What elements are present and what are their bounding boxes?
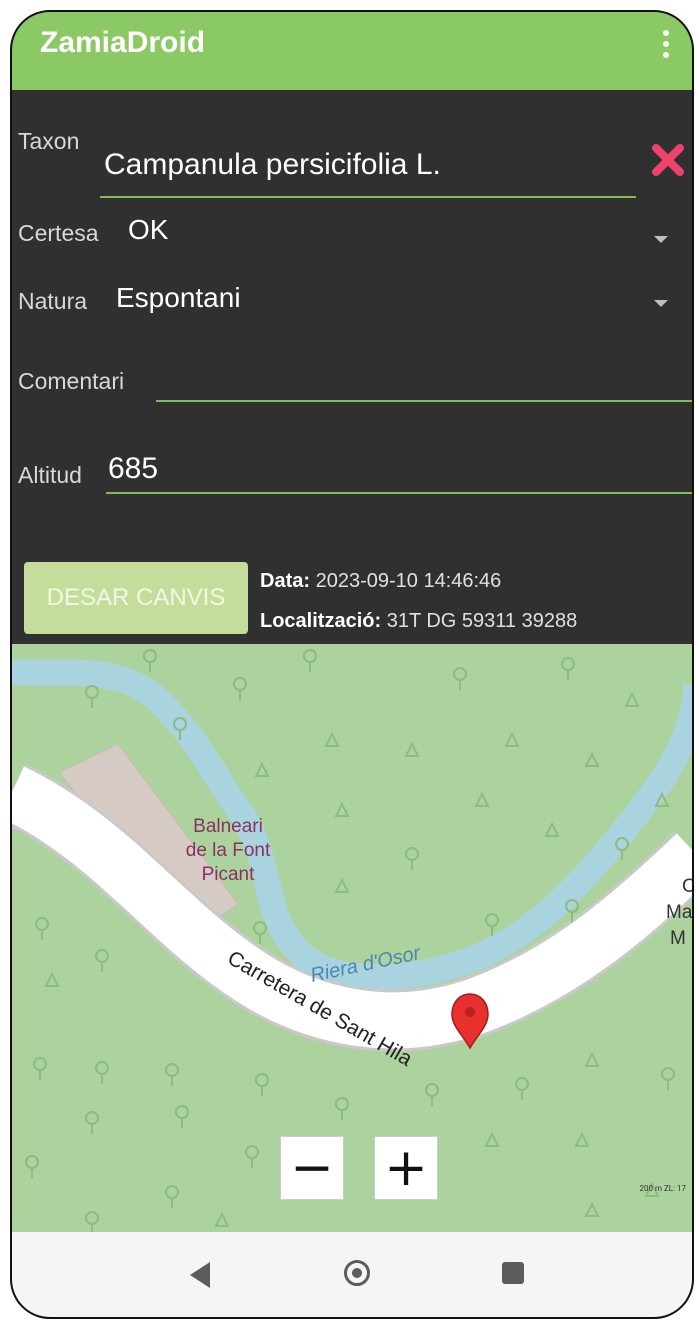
natura-label: Natura (18, 288, 88, 314)
place-label-line2: de la Font (186, 840, 271, 861)
location-label: Localització: (260, 610, 382, 632)
overflow-menu-icon[interactable] (662, 30, 670, 66)
map-edge-label-3: M (670, 928, 686, 949)
map-edge-label-2: Ma (666, 902, 692, 923)
comentari-underline (156, 400, 692, 402)
taxon-input[interactable]: Campanula persicifolia L. (104, 148, 441, 182)
date-info: Data: 2023-09-10 14:46:46 (260, 570, 501, 593)
place-label-line3: Picant (202, 864, 256, 885)
save-changes-button[interactable]: DESAR CANVIS (24, 562, 248, 634)
location-value: 31T DG 59311 39288 (386, 610, 578, 632)
date-value: 2023-09-10 14:46:46 (315, 570, 502, 592)
taxon-underline (100, 196, 636, 198)
app-bar: ZamiaDroid (12, 12, 692, 90)
location-info: Localització: 31T DG 59311 39288 (260, 610, 577, 633)
system-nav-bar (12, 1232, 692, 1317)
altitud-label: Altitud (18, 462, 82, 488)
record-form: Taxon Campanula persicifolia L. Certesa … (12, 90, 692, 644)
zoom-out-button[interactable]: − (280, 1136, 344, 1200)
zoom-in-button[interactable]: + (374, 1136, 438, 1200)
map-scale-bar: 200 m ZL: 17 (639, 1184, 687, 1193)
natura-dropdown-icon[interactable] (654, 300, 668, 307)
comentari-label: Comentari (18, 368, 125, 394)
clear-taxon-icon[interactable] (648, 140, 688, 180)
phone-frame: ZamiaDroid Taxon Campanula persicifolia … (10, 10, 694, 1319)
certesa-select[interactable]: OK (128, 214, 168, 246)
place-label-line1: Balneari (193, 816, 263, 837)
taxon-label: Taxon (18, 128, 80, 154)
altitud-input[interactable]: 685 (108, 452, 158, 486)
certesa-dropdown-icon[interactable] (654, 236, 668, 243)
natura-select[interactable]: Espontani (116, 282, 241, 314)
altitud-underline (106, 492, 692, 494)
map-canvas[interactable]: Balneari de la Font Picant Riera d'Osor … (12, 644, 692, 1232)
certesa-label: Certesa (18, 220, 99, 246)
app-title: ZamiaDroid (40, 26, 206, 59)
map-edge-label-1: C (682, 876, 692, 897)
back-icon[interactable] (190, 1262, 210, 1288)
home-icon[interactable] (344, 1260, 370, 1286)
map-view[interactable]: Balneari de la Font Picant Riera d'Osor … (12, 644, 692, 1232)
recent-apps-icon[interactable] (502, 1262, 524, 1284)
date-label: Data: (260, 570, 311, 592)
